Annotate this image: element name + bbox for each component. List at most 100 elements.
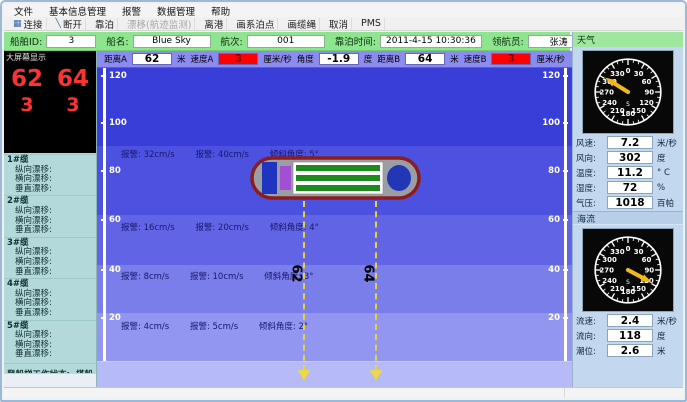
right-panel: 天气 0306090120150180210240270300330S 风速: … [572, 32, 683, 387]
angle-label: 角度 [297, 53, 314, 65]
connect-icon: ▦ [13, 19, 22, 29]
disconnect-icon: ╲ [56, 19, 61, 29]
cable-group-5: 5#缆 纵向漂移: 横向漂移: 垂直漂移: [4, 320, 96, 361]
current-direction-gauge: 0306090120150180210240270300330S [582, 228, 674, 312]
tool-drift-monitor: 漂移(航迹监测) [124, 18, 195, 30]
status-cell [4, 388, 565, 398]
app-window: 文件 基本信息管理 报警 数据管理 帮助 ▦ 连接 ╲ 断开 靠泊 漂移(航迹监… [0, 0, 687, 402]
measure-arrow-b [370, 370, 382, 381]
list-item: 垂直漂移: [4, 268, 96, 278]
speed-b-big: 3 [66, 94, 79, 116]
speed-b-label: 速度B [464, 53, 487, 65]
status-cell [565, 388, 683, 398]
left-panel-footer [4, 373, 96, 387]
svg-text:120: 120 [639, 99, 654, 107]
speed-a-value: 3 [218, 53, 258, 65]
tool-disconnect[interactable]: ╲ 断开 [53, 18, 86, 30]
temperature-row: 温度: 11.2 ° C [576, 166, 680, 179]
tool-depart[interactable]: 离港 [201, 18, 227, 30]
svg-text:330: 330 [610, 70, 625, 78]
tool-draw-cable[interactable]: 画缆绳 [284, 18, 320, 30]
svg-text:90: 90 [644, 266, 654, 274]
wind-direction-value: 302 [607, 151, 653, 164]
cable-group-1: 1#缆 纵向漂移: 横向漂移: 垂直漂移: [4, 154, 96, 195]
ship-id-label: 船舶ID: [10, 34, 42, 48]
left-panel: 大屏幕显示 62 64 3 3 1#缆 纵向漂移: 横向漂移: 垂直漂移: 2#… [4, 51, 97, 387]
angle-value: -1.9 [319, 53, 359, 65]
svg-text:30: 30 [634, 70, 644, 78]
svg-text:300: 300 [602, 256, 617, 264]
voyage-field[interactable]: 001 [247, 35, 325, 48]
big-screen-display: 大屏幕显示 62 64 3 3 [4, 51, 96, 153]
distance-b-label: 距离B [377, 53, 400, 65]
measure-line-b-label: 64 [361, 264, 376, 282]
list-item: 垂直漂移: [4, 185, 96, 195]
svg-text:330: 330 [610, 248, 625, 256]
current-direction-value: 118 [607, 329, 653, 342]
temperature-value: 11.2 [607, 166, 653, 179]
menu-file[interactable]: 文件 [14, 4, 33, 18]
measure-line-a [303, 201, 305, 371]
svg-text:270: 270 [599, 266, 614, 274]
current-direction-row: 流向: 118 度 [576, 329, 680, 342]
menu-help[interactable]: 帮助 [211, 4, 230, 18]
tool-draw-mooring-point[interactable]: 画系泊点 [233, 18, 278, 30]
ship-name-field[interactable]: Blue Sky [133, 35, 211, 48]
humidity-value: 72 [607, 181, 653, 194]
svg-text:270: 270 [599, 88, 614, 96]
alarm-row-4: 报警: 4cm/s 报警: 5cm/s 倾斜角度: 2° [121, 320, 326, 332]
weather-section-header: 天气 [573, 32, 683, 47]
svg-text:S: S [626, 102, 630, 108]
svg-text:90: 90 [644, 88, 654, 96]
svg-text:0: 0 [626, 245, 631, 253]
berth-time-field[interactable]: 2011-4-15 10:30:36 [380, 35, 482, 48]
cable-group-4: 4#缆 纵向漂移: 横向漂移: 垂直漂移: [4, 278, 96, 319]
distance-b-big: 64 [57, 66, 89, 92]
tide-level-value: 2.6 [607, 344, 653, 357]
status-bar [4, 387, 683, 398]
toolbar: ▦ 连接 ╲ 断开 靠泊 漂移(航迹监测) 离港 画系泊点 画缆绳 取消 PMS [4, 17, 683, 31]
menu-basic-info[interactable]: 基本信息管理 [49, 4, 106, 18]
ship-info-bar: 船舶ID: 3 船名: Blue Sky 航次: 001 靠泊时间: 2011-… [4, 32, 570, 51]
distance-a-label: 距离A [104, 53, 127, 65]
svg-text:S: S [626, 280, 630, 286]
chart-band [97, 68, 572, 146]
menu-data[interactable]: 数据管理 [157, 4, 195, 18]
right-axis: 120 100 80 60 40 20 [553, 68, 567, 361]
tool-connect[interactable]: ▦ 连接 [10, 18, 47, 30]
menu-alarm[interactable]: 报警 [122, 4, 141, 18]
measure-bar: 距离A 62 米 速度A 3 厘米/秒 角度 -1.9 度 距离B 64 米 速… [97, 51, 572, 68]
svg-text:210: 210 [610, 107, 625, 115]
tool-pms[interactable]: PMS [358, 18, 385, 30]
measure-line-a-label: 62 [289, 264, 304, 282]
svg-text:240: 240 [602, 99, 617, 107]
list-item: 垂直漂移: [4, 309, 96, 319]
tide-level-row: 潮位: 2.6 米 [576, 344, 680, 357]
ship-id-field[interactable]: 3 [46, 35, 96, 48]
humidity-row: 湿度: 72 % [576, 181, 680, 194]
speed-a-big: 3 [20, 94, 33, 116]
berth-distance-chart: 120 100 80 60 40 20 120 100 80 60 40 20 … [97, 68, 572, 387]
tool-cancel[interactable]: 取消 [326, 18, 352, 30]
speed-b-value: 3 [491, 53, 531, 65]
list-item: 垂直漂移: [4, 350, 96, 360]
pressure-row: 气压: 1018 百帕 [576, 196, 680, 209]
left-axis: 120 100 80 60 40 20 [103, 68, 117, 361]
svg-text:60: 60 [642, 256, 652, 264]
current-section-header: 海流 [573, 211, 683, 225]
svg-text:0: 0 [626, 67, 631, 75]
measure-arrow-a [298, 370, 310, 381]
dock-strip [97, 361, 572, 387]
svg-text:240: 240 [602, 277, 617, 285]
distance-b-value: 64 [405, 53, 445, 65]
cable-group-2: 2#缆 纵向漂移: 横向漂移: 垂直漂移: [4, 195, 96, 236]
wind-direction-gauge: 0306090120150180210240270300330S [582, 50, 674, 134]
big-screen-title: 大屏幕显示 [4, 52, 96, 63]
ship-icon [249, 155, 422, 201]
cable-drift-list: 1#缆 纵向漂移: 横向漂移: 垂直漂移: 2#缆 纵向漂移: 横向漂移: 垂直… [4, 153, 96, 380]
distance-a-value: 62 [132, 53, 172, 65]
tool-berth[interactable]: 靠泊 [92, 18, 118, 30]
wind-speed-row: 风速: 7.2 米/秒 [576, 136, 680, 149]
svg-text:30: 30 [634, 248, 644, 256]
pressure-value: 1018 [607, 196, 653, 209]
